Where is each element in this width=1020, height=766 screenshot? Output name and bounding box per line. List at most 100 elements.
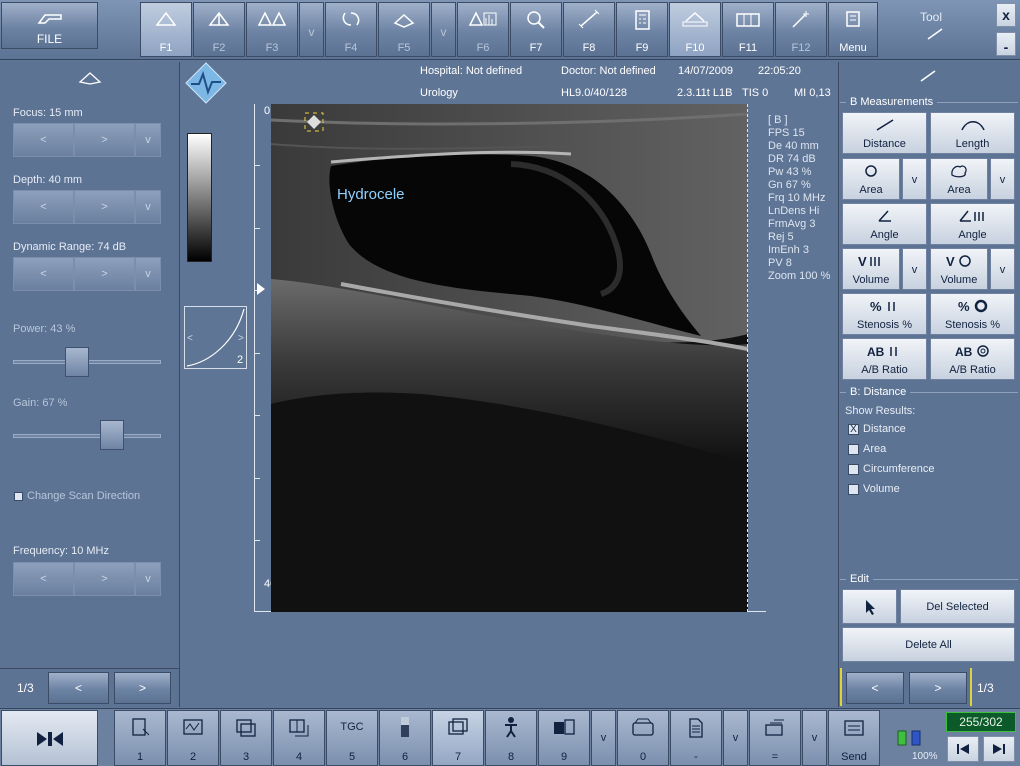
bottom-9-dropdown[interactable]: v — [591, 710, 616, 766]
right-page-next[interactable]: > — [909, 672, 967, 704]
focus-dropdown[interactable]: v — [135, 123, 161, 157]
delete-all-button[interactable]: Delete All — [842, 627, 1015, 662]
result-area-checkbox[interactable]: Area — [848, 443, 886, 455]
waveform-icon — [168, 717, 218, 741]
distance-button[interactable]: Distance — [842, 112, 927, 154]
area-ellipse-dropdown[interactable]: Distancev — [902, 158, 927, 200]
power-slider-thumb[interactable] — [64, 347, 89, 377]
f8-button[interactable]: F8 — [563, 2, 615, 57]
f11-button[interactable]: F11 — [722, 2, 774, 57]
cine-first-button[interactable] — [947, 736, 979, 762]
ab-ratio-diameter-button[interactable]: AB A/B Ratio — [842, 338, 927, 380]
left-page-next[interactable]: > — [114, 672, 171, 704]
bottom-equals-dropdown[interactable]: v — [802, 710, 827, 766]
cine-last-button[interactable] — [983, 736, 1015, 762]
bottom-button-equals[interactable]: = — [749, 710, 801, 766]
f4-button[interactable]: F4 — [325, 2, 377, 57]
gain-slider-track[interactable] — [13, 434, 161, 438]
result-distance-checkbox[interactable]: X Distance — [848, 423, 906, 435]
tool-caliper-icon — [925, 26, 945, 45]
play-pause-icon — [2, 729, 97, 753]
freeze-icon — [670, 9, 720, 33]
dr-dropdown[interactable]: v — [135, 257, 161, 291]
send-button[interactable]: Send — [828, 710, 880, 766]
bottom-button-3[interactable]: 3 — [220, 710, 272, 766]
angle-hip-button[interactable]: Angle — [930, 203, 1015, 245]
bottom-button-4[interactable]: 4 — [273, 710, 325, 766]
dr-prev-button[interactable]: < — [13, 257, 74, 291]
close-button[interactable]: x — [996, 3, 1016, 27]
f7-button[interactable]: F7 — [510, 2, 562, 57]
f6-button[interactable]: F6 — [457, 2, 509, 57]
f12-button[interactable]: F12 — [775, 2, 827, 57]
doctor-label: Doctor: Not defined — [561, 65, 656, 77]
bottom-minus-dropdown[interactable]: v — [723, 710, 748, 766]
f3-button[interactable]: F3 — [246, 2, 298, 57]
focus-next-button[interactable]: > — [74, 123, 135, 157]
bottom-button-6[interactable]: 6 — [379, 710, 431, 766]
measurement-marker-icon[interactable] — [304, 112, 324, 135]
f10-button[interactable]: F10 — [669, 2, 721, 57]
volume-ellipse-dropdown[interactable]: v — [990, 248, 1015, 290]
bottom-button-minus[interactable]: - — [670, 710, 722, 766]
zoom-icon — [511, 9, 561, 33]
tool-label: Tool — [920, 10, 943, 24]
parameter-line: PV 8 — [768, 257, 792, 269]
volume-ellipse-button[interactable]: V Volume — [930, 248, 988, 290]
f5-button[interactable]: F5 — [378, 2, 430, 57]
dr-next-button[interactable]: > — [74, 257, 135, 291]
bottom-button-2[interactable]: 2 — [167, 710, 219, 766]
stenosis-diameter-button[interactable]: % Stenosis % — [842, 293, 927, 335]
f5-dropdown[interactable]: v — [431, 2, 456, 57]
f9-button[interactable]: F9 — [616, 2, 668, 57]
f2-button[interactable]: F2 — [193, 2, 245, 57]
freq-dropdown[interactable]: v — [135, 562, 161, 596]
focus-prev-button[interactable]: < — [13, 123, 74, 157]
file-button[interactable]: FILE — [1, 2, 98, 49]
stenosis-area-button[interactable]: % Stenosis % — [930, 293, 1015, 335]
menu-button[interactable]: Menu — [828, 2, 878, 57]
result-volume-checkbox[interactable]: Volume — [848, 483, 900, 495]
bottom-button-1[interactable]: 1 — [114, 710, 166, 766]
result-circumference-checkbox[interactable]: Circumference — [848, 463, 935, 475]
depth-dropdown[interactable]: v — [135, 190, 161, 224]
right-page-prev[interactable]: < — [846, 672, 904, 704]
f3-dropdown[interactable]: v — [299, 2, 324, 57]
length-button[interactable]: Length — [930, 112, 1015, 154]
mode-label: 2.3.11t L1B — [677, 87, 733, 99]
freq-next-button[interactable]: > — [74, 562, 135, 596]
tgc-button[interactable]: TGC 5 — [326, 710, 378, 766]
depth-control: < > v — [13, 190, 161, 224]
dynamic-range-control: < > v — [13, 257, 161, 291]
bottom-button-8[interactable]: 8 — [485, 710, 537, 766]
angle-button[interactable]: Angle — [842, 203, 927, 245]
folder-open-icon — [2, 9, 97, 33]
depth-next-button[interactable]: > — [74, 190, 135, 224]
area-trace-dropdown[interactable]: v — [990, 158, 1015, 200]
ab-ratio-area-button[interactable]: AB A/B Ratio — [930, 338, 1015, 380]
freq-prev-button[interactable]: < — [13, 562, 74, 596]
b-distance-title: B: Distance — [846, 386, 911, 398]
focus-marker-icon[interactable] — [256, 282, 266, 299]
delete-selected-button[interactable]: Del Selected — [900, 589, 1015, 624]
select-pointer-button[interactable] — [842, 589, 897, 624]
left-page-prev[interactable]: < — [48, 672, 109, 704]
image-stack-icon — [221, 717, 271, 741]
depth-prev-button[interactable]: < — [13, 190, 74, 224]
area-ellipse-button[interactable]: Area — [842, 158, 900, 200]
minimize-button[interactable]: - — [996, 32, 1016, 56]
parameter-line: FPS 15 — [768, 127, 805, 139]
gain-slider-thumb[interactable] — [100, 420, 125, 450]
transport-button[interactable] — [1, 710, 98, 766]
bottom-button-7[interactable]: 7 — [432, 710, 484, 766]
f1-button[interactable]: F1 — [140, 2, 192, 57]
volume-dropdown[interactable]: v — [902, 248, 927, 290]
area-trace-button[interactable]: Area — [930, 158, 988, 200]
ultrasound-image[interactable]: Hydrocele — [271, 104, 748, 612]
svg-text:AB: AB — [955, 345, 973, 359]
change-scan-direction-checkbox[interactable]: Change Scan Direction — [14, 490, 140, 502]
bottom-button-9[interactable]: 9 — [538, 710, 590, 766]
gray-map-curve[interactable]: < > 2 — [184, 306, 247, 369]
volume-button[interactable]: V Volume — [842, 248, 900, 290]
bottom-button-0[interactable]: 0 — [617, 710, 669, 766]
